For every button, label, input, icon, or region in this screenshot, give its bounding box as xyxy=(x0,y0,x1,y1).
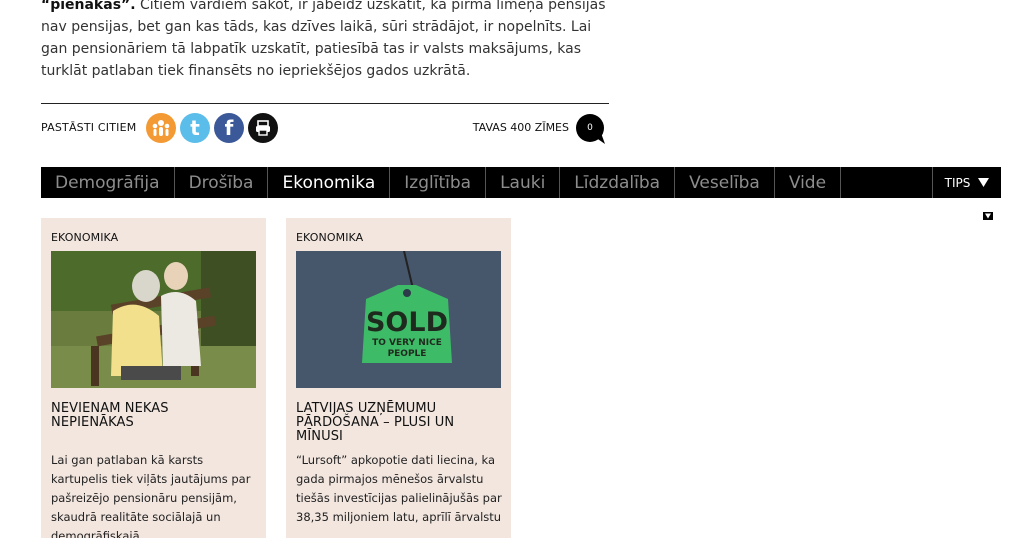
print-icon[interactable] xyxy=(248,113,278,143)
twitter-glyph: t xyxy=(190,116,200,140)
category-navbar: Demogrāfija Drošība Ekonomika Izglītība … xyxy=(41,167,1001,198)
facebook-icon[interactable]: f xyxy=(214,113,244,143)
card-image-sold-sign[interactable]: SOLD TO VERY NICE PEOPLE xyxy=(296,251,501,388)
tips-dropdown[interactable]: TIPS xyxy=(932,167,1001,198)
share-label: PASTĀSTI CITIEM xyxy=(41,121,137,134)
sign-small-text-1: TO VERY NICE xyxy=(372,338,442,348)
chevron-down-icon xyxy=(978,178,990,187)
card-excerpt: Lai gan patlaban kā karsts kartupelis ti… xyxy=(51,453,251,538)
twitter-icon[interactable]: t xyxy=(180,113,210,143)
card-excerpt: “Lursoft” apkopotie dati liecina, ka gad… xyxy=(296,453,502,524)
card-image-elderly-couple-bench[interactable] xyxy=(51,251,256,388)
sign-small-text-2: PEOPLE xyxy=(388,349,427,359)
nav-item-demografija[interactable]: Demogrāfija xyxy=(41,167,175,198)
card-category: EKONOMIKA xyxy=(296,231,364,244)
card-title[interactable]: LATVIJAS UZŅĒMUMU PĀRDOŠANA – PLUSI UN M… xyxy=(296,402,496,444)
nav-item-veseliba[interactable]: Veselība xyxy=(675,167,775,198)
card-category: EKONOMIKA xyxy=(51,231,119,244)
nav-item-drosiba[interactable]: Drošība xyxy=(175,167,269,198)
divider xyxy=(41,103,609,104)
draugiem-icon[interactable] xyxy=(146,113,176,143)
article-card[interactable]: EKONOMIKA NEVIENAM NEKAS NEPIENĀKAS Lai … xyxy=(41,218,266,538)
card-title[interactable]: NEVIENAM NEKAS NEPIENĀKAS xyxy=(51,402,251,430)
nav-item-lauki[interactable]: Lauki xyxy=(486,167,561,198)
tips-label: TIPS xyxy=(944,175,971,190)
sign-sold-text: SOLD xyxy=(366,307,448,338)
nav-item-lidzdaliba[interactable]: Līdzdalība xyxy=(560,167,676,198)
article-text: “pienākas”. Citiem vārdiem sakot, ir jāb… xyxy=(41,0,611,82)
share-row: PASTĀSTI CITIEM t f TAVAS 400 ZĪMES 0 xyxy=(41,113,609,145)
comment-count: 0 xyxy=(587,123,593,133)
article-lead-bold: “pienākas”. xyxy=(41,0,136,13)
nav-item-ekonomika[interactable]: Ekonomika xyxy=(268,167,391,198)
share-icons: t f xyxy=(146,113,278,143)
nav-item-izglitiba[interactable]: Izglītība xyxy=(390,167,487,198)
article-card[interactable]: EKONOMIKA SOLD TO VERY NICE PEOPLE LATVI… xyxy=(286,218,511,538)
facebook-glyph: f xyxy=(224,116,234,140)
collapse-toggle-icon[interactable] xyxy=(983,212,993,220)
nav-item-vide[interactable]: Vide xyxy=(775,167,842,198)
chars-remaining-label: TAVAS 400 ZĪMES xyxy=(472,121,569,134)
